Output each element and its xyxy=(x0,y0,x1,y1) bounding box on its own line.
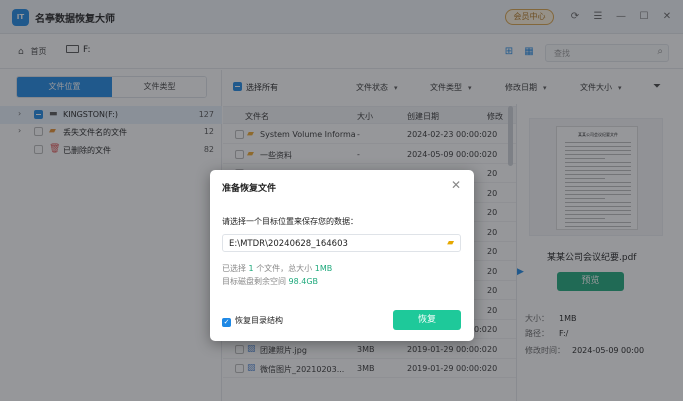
recover-button[interactable]: 恢复 xyxy=(393,310,461,330)
save-path-value: E:\MTDR\20240628_164603 xyxy=(229,239,348,249)
free-space-value: 98.4GB xyxy=(288,277,319,286)
recover-dialog: 准备恢复文件 ✕ 请选择一个目标位置来保存您的数据： E:\MTDR\20240… xyxy=(210,170,474,341)
selected-prefix: 已选择 xyxy=(222,264,246,273)
keep-structure-checkbox[interactable]: ✓ 恢复目录结构 xyxy=(222,315,283,327)
free-space-label: 目标磁盘剩余空间 xyxy=(222,277,286,286)
selected-summary: 已选择 1 个文件，总大小 1MB xyxy=(222,263,332,274)
folder-icon[interactable]: ▰ xyxy=(447,238,454,248)
save-path-input[interactable]: E:\MTDR\20240628_164603 ▰ xyxy=(222,234,461,252)
selected-count: 1 xyxy=(248,264,254,273)
checkmark-icon: ✓ xyxy=(222,318,231,327)
free-space-summary: 目标磁盘剩余空间 98.4GB xyxy=(222,276,318,287)
selected-mid: 个文件，总大小 xyxy=(256,264,313,273)
close-icon[interactable]: ✕ xyxy=(451,178,461,192)
dialog-title: 准备恢复文件 xyxy=(222,184,277,194)
selected-size: 1MB xyxy=(314,264,333,273)
dialog-hint: 请选择一个目标位置来保存您的数据： xyxy=(222,217,358,226)
keep-structure-label: 恢复目录结构 xyxy=(235,316,283,325)
